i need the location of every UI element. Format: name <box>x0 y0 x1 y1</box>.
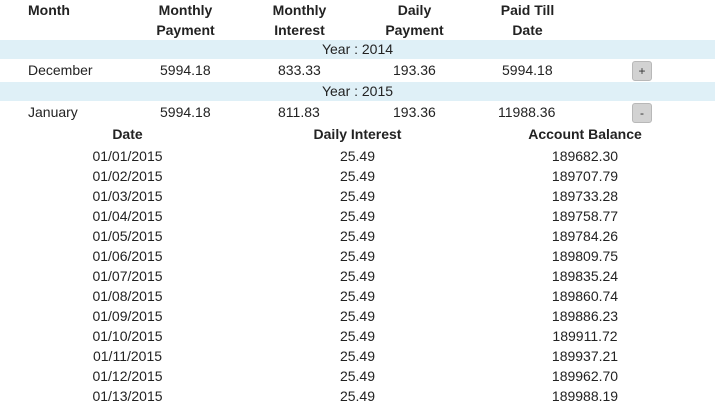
row-monthly-payment: 5994.18 <box>160 104 211 120</box>
detail-date: 01/09/2015 <box>92 308 163 324</box>
table-row: 01/10/2015 25.49 189911.72 <box>0 326 715 346</box>
detail-header-account-balance: Account Balance <box>528 126 642 142</box>
detail-date: 01/10/2015 <box>92 328 163 344</box>
table-row: 01/04/2015 25.49 189758.77 <box>0 206 715 226</box>
detail-interest: 25.49 <box>339 188 376 204</box>
detail-interest: 25.49 <box>339 328 376 344</box>
table-row-january: January 5994.18 811.83 193.36 11988.36 <box>0 101 715 123</box>
detail-interest: 25.49 <box>339 148 376 164</box>
header-monthly-payment-line1: Monthly <box>158 2 213 18</box>
table-row: 01/01/2015 25.49 189682.30 <box>0 146 715 166</box>
detail-date: 01/02/2015 <box>92 168 163 184</box>
detail-date: 01/06/2015 <box>92 248 163 264</box>
detail-balance: 189860.74 <box>551 288 619 304</box>
table-header: Month Monthly Payment Monthly Interest D… <box>0 0 715 40</box>
detail-balance: 189682.30 <box>551 148 619 164</box>
header-daily-payment-line2: Payment <box>385 22 444 38</box>
detail-interest: 25.49 <box>339 308 376 324</box>
row-monthly-interest: 833.33 <box>278 62 321 78</box>
table-row: 01/09/2015 25.49 189886.23 <box>0 306 715 326</box>
detail-interest: 25.49 <box>339 168 376 184</box>
header-monthly-interest-line2: Interest <box>274 22 325 38</box>
header-paid-till-date-line1: Paid Till <box>500 2 555 18</box>
row-paid-till-date: 5994.18 <box>502 62 553 78</box>
table-row: 01/06/2015 25.49 189809.75 <box>0 246 715 266</box>
detail-interest: 25.49 <box>339 388 376 404</box>
detail-balance: 189784.26 <box>551 228 619 244</box>
detail-date: 01/07/2015 <box>92 268 163 284</box>
daily-detail-list: 01/01/2015 25.49 189682.30 01/02/2015 25.49… <box>0 146 715 406</box>
row-monthly-interest: 811.83 <box>278 104 320 120</box>
detail-interest: 25.49 <box>339 288 376 304</box>
detail-interest: 25.49 <box>339 208 376 224</box>
daily-detail-header: Date Daily Interest Account Balance <box>0 125 715 143</box>
detail-interest: 25.49 <box>339 248 376 264</box>
header-monthly-interest-line1: Monthly <box>272 2 327 18</box>
detail-date: 01/03/2015 <box>92 188 163 204</box>
collapse-button[interactable]: - <box>632 103 652 123</box>
detail-balance: 189886.23 <box>551 308 619 324</box>
row-daily-payment: 193.36 <box>393 104 436 120</box>
detail-balance: 189758.77 <box>551 208 619 224</box>
detail-date: 01/12/2015 <box>92 368 163 384</box>
detail-date: 01/13/2015 <box>92 388 163 404</box>
detail-date: 01/11/2015 <box>92 348 163 364</box>
header-daily-payment-line1: Daily <box>397 2 432 18</box>
detail-date: 01/04/2015 <box>92 208 163 224</box>
detail-interest: 25.49 <box>339 228 376 244</box>
detail-date: 01/01/2015 <box>92 148 163 164</box>
row-monthly-payment: 5994.18 <box>160 62 211 78</box>
table-row: 01/03/2015 25.49 189733.28 <box>0 186 715 206</box>
detail-date: 01/08/2015 <box>92 288 163 304</box>
detail-balance: 189707.79 <box>551 168 619 184</box>
table-row: 01/05/2015 25.49 189784.26 <box>0 226 715 246</box>
row-month: January <box>28 104 78 120</box>
detail-date: 01/05/2015 <box>92 228 163 244</box>
detail-header-daily-interest: Daily Interest <box>313 126 402 142</box>
header-paid-till-date-line2: Date <box>512 22 543 38</box>
row-daily-payment: 193.36 <box>393 62 436 78</box>
detail-balance: 189962.70 <box>551 368 619 384</box>
table-row: 01/13/2015 25.49 189988.19 <box>0 386 715 406</box>
detail-interest: 25.49 <box>339 368 376 384</box>
table-row: 01/12/2015 25.49 189962.70 <box>0 366 715 386</box>
header-monthly-payment-line2: Payment <box>156 22 215 38</box>
year-band-2014: Year : 2014 <box>0 40 715 59</box>
table-row: 01/07/2015 25.49 189835.24 <box>0 266 715 286</box>
detail-balance: 189733.28 <box>551 188 619 204</box>
detail-balance: 189911.72 <box>552 328 618 344</box>
header-month: Month <box>28 2 70 18</box>
detail-balance: 189835.24 <box>551 268 619 284</box>
year-band-2015: Year : 2015 <box>0 82 715 101</box>
table-row-december: December 5994.18 833.33 193.36 5994.18 <box>0 59 715 81</box>
row-month: December <box>28 62 93 78</box>
row-paid-till-date: 11988.36 <box>498 104 556 120</box>
table-row: 01/08/2015 25.49 189860.74 <box>0 286 715 306</box>
detail-interest: 25.49 <box>339 268 376 284</box>
detail-balance: 189809.75 <box>551 248 619 264</box>
table-row: 01/02/2015 25.49 189707.79 <box>0 166 715 186</box>
detail-balance: 189937.21 <box>551 348 619 364</box>
detail-balance: 189988.19 <box>551 388 619 404</box>
expand-button[interactable]: + <box>632 61 652 81</box>
detail-header-date: Date <box>112 126 143 142</box>
table-row: 01/11/2015 25.49 189937.21 <box>0 346 715 366</box>
detail-interest: 25.49 <box>339 348 376 364</box>
